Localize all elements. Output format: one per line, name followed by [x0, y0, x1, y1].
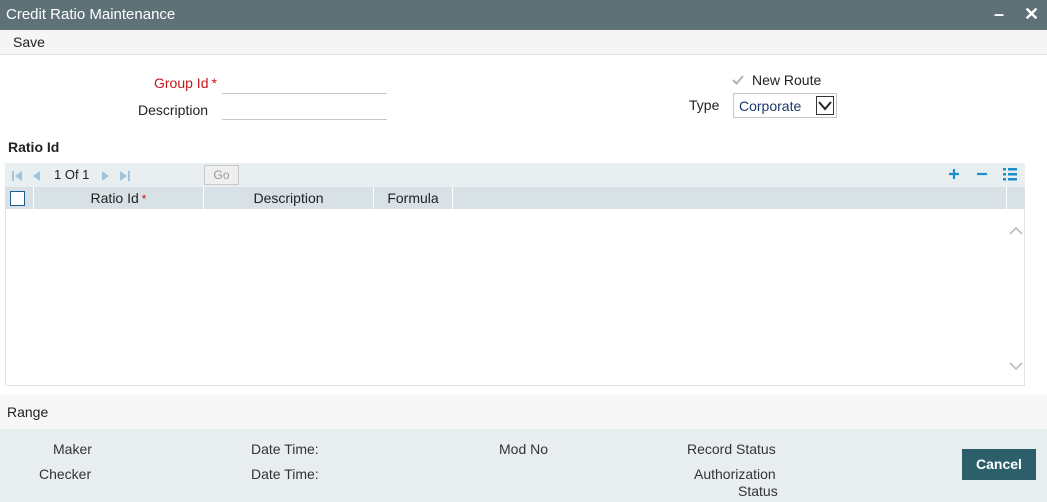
- maker-label: Maker: [53, 441, 92, 457]
- range-section: Range: [0, 395, 1047, 429]
- required-marker: *: [141, 192, 147, 206]
- select-all-cell: [5, 187, 34, 209]
- check-icon: [732, 75, 744, 85]
- window-title: Credit Ratio Maintenance: [6, 6, 176, 23]
- type-label: Type: [689, 97, 720, 113]
- minimize-button[interactable]: –: [994, 4, 1004, 24]
- group-id-label: Group Id *: [154, 75, 217, 91]
- required-marker: *: [211, 75, 217, 91]
- record-status-label: Record Status: [687, 441, 776, 457]
- list-view-icon[interactable]: [1002, 166, 1018, 182]
- add-row-icon[interactable]: [946, 166, 962, 182]
- column-header-filler: [453, 187, 1007, 209]
- checker-date-time-label: Date Time:: [251, 466, 319, 482]
- first-page-icon[interactable]: [11, 169, 23, 181]
- scroll-down-icon[interactable]: [1009, 358, 1023, 374]
- group-id-label-text: Group Id: [154, 75, 209, 91]
- authorization-status-label: Authorization: [694, 466, 776, 482]
- ratio-grid-body: [5, 209, 1025, 386]
- maker-date-time-label: Date Time:: [251, 441, 319, 457]
- grid-scrollbar[interactable]: [1007, 209, 1025, 386]
- go-button[interactable]: Go: [204, 165, 239, 185]
- type-select[interactable]: Corporate: [733, 93, 837, 118]
- authorization-status-label-line2: Status: [738, 483, 778, 499]
- previous-page-icon[interactable]: [30, 169, 42, 181]
- cancel-button[interactable]: Cancel: [962, 449, 1036, 480]
- mod-no-label: Mod No: [499, 441, 549, 457]
- last-page-icon[interactable]: [119, 169, 131, 181]
- type-selected-value: Corporate: [739, 98, 802, 114]
- scroll-up-icon[interactable]: [1009, 223, 1023, 239]
- column-label: Ratio Id: [90, 190, 139, 206]
- new-route-label: New Route: [752, 72, 822, 88]
- grid-toolbar: 1 Of 1 Go: [5, 163, 1025, 187]
- new-route-checkbox[interactable]: [731, 73, 745, 87]
- chevron-down-icon[interactable]: [816, 96, 834, 115]
- select-all-checkbox[interactable]: [10, 191, 25, 206]
- description-label: Description: [138, 102, 209, 118]
- description-input[interactable]: [222, 102, 387, 120]
- title-bar: Credit Ratio Maintenance – ✕: [0, 0, 1047, 30]
- column-header-description[interactable]: Description: [204, 187, 374, 209]
- column-header-ratio-id[interactable]: Ratio Id *: [34, 187, 204, 209]
- checker-label: Checker: [39, 466, 92, 482]
- menu-bar: Save: [0, 30, 1047, 55]
- delete-row-icon[interactable]: [974, 166, 990, 182]
- next-page-icon[interactable]: [100, 169, 112, 181]
- range-label: Range: [7, 404, 49, 420]
- pager-text: 1 Of 1: [54, 167, 90, 182]
- column-header-formula[interactable]: Formula: [374, 187, 453, 209]
- save-menu-item[interactable]: Save: [13, 34, 45, 50]
- audit-footer: Maker Checker Date Time: Date Time: Mod …: [0, 429, 1047, 502]
- grid-header: Ratio Id * Description Formula: [5, 187, 1025, 209]
- close-button[interactable]: ✕: [1024, 4, 1039, 24]
- group-id-input[interactable]: [222, 76, 387, 94]
- ratio-section-title: Ratio Id: [8, 139, 60, 155]
